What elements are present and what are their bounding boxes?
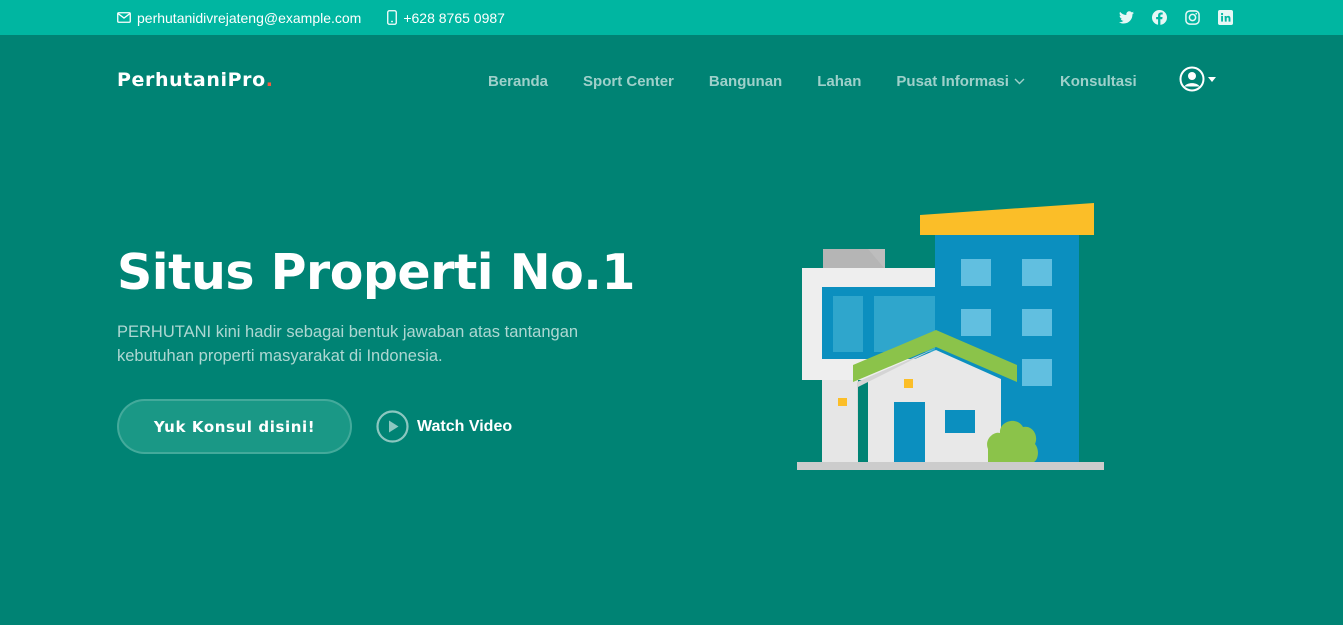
watch-video-button[interactable]: Watch Video [376, 410, 512, 443]
nav-label: Konsultasi [1059, 72, 1137, 90]
facebook-icon[interactable] [1152, 10, 1167, 25]
play-icon [376, 410, 409, 443]
nav-konsultasi[interactable]: Konsultasi [1060, 73, 1137, 90]
email-contact[interactable]: perhutanidivrejateng@example.com [117, 10, 361, 26]
linkedin-icon[interactable] [1218, 10, 1233, 25]
site-logo[interactable]: PerhutaniPro. [117, 69, 274, 91]
nav-label: Sport Center [583, 72, 674, 90]
nav-pusat-informasi-dropdown[interactable]: Pusat Informasi [896, 73, 1025, 90]
user-menu[interactable] [1179, 66, 1216, 92]
caret-down-icon [1208, 76, 1216, 82]
nav-beranda[interactable]: Beranda [488, 73, 548, 90]
top-bar: perhutanidivrejateng@example.com +628 87… [0, 0, 1343, 35]
phone-icon [387, 10, 403, 25]
nav-label: Pusat Informasi [896, 72, 1009, 90]
consult-button[interactable]: Yuk Konsul disini! [117, 399, 352, 454]
main-nav: Beranda Sport Center Bangunan Lahan Pusa… [488, 70, 1172, 92]
phone-text: +628 8765 0987 [403, 9, 505, 26]
user-avatar-icon [1179, 66, 1205, 92]
nav-lahan[interactable]: Lahan [817, 73, 861, 90]
nav-bangunan[interactable]: Bangunan [709, 73, 782, 90]
nav-label: Bangunan [708, 72, 783, 90]
nav-label: Lahan [817, 72, 862, 90]
hero-title: Situs Properti No.1 [117, 244, 636, 301]
hero-building-illustration [790, 195, 1110, 485]
nav-label: Beranda [488, 72, 549, 90]
email-text: perhutanidivrejateng@example.com [137, 9, 362, 26]
main-header: PerhutaniPro. Beranda Sport Center Bangu… [0, 35, 1343, 125]
logo-dot: . [265, 69, 274, 91]
contact-info: perhutanidivrejateng@example.com +628 87… [117, 0, 531, 35]
hero-description: PERHUTANI kini hadir sebagai bentuk jawa… [117, 323, 579, 365]
nav-sport-center[interactable]: Sport Center [583, 73, 674, 90]
social-links [1101, 0, 1233, 35]
twitter-icon[interactable] [1119, 11, 1134, 24]
watch-video-label: Watch Video [417, 417, 513, 435]
phone-contact[interactable]: +628 8765 0987 [387, 10, 505, 26]
logo-text: PerhutaniPro [117, 69, 266, 91]
instagram-icon[interactable] [1185, 10, 1200, 25]
chevron-down-icon [1014, 78, 1025, 84]
envelope-icon [117, 12, 137, 23]
